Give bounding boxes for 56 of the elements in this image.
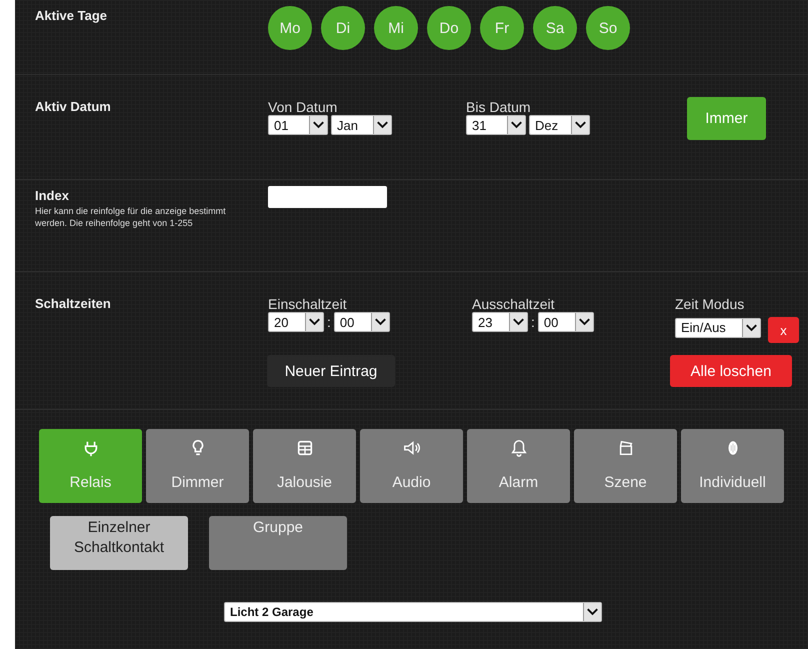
day-toggle[interactable]: Fr	[480, 6, 524, 50]
clear-all-button[interactable]: Alle loschen	[670, 355, 792, 387]
category-tab[interactable]: Dimmer	[146, 429, 249, 503]
category-tab[interactable]: Relais	[39, 429, 142, 503]
chevron-icon	[574, 313, 593, 331]
chevron-icon	[509, 313, 527, 331]
dropdown[interactable]: 00	[538, 312, 594, 332]
category-tab[interactable]: Szene	[574, 429, 677, 503]
day-toggle[interactable]: Do	[427, 6, 471, 50]
category-tab[interactable]: Individuell	[681, 429, 784, 503]
dropdown[interactable]: 23	[472, 312, 528, 332]
dropdown[interactable]: 01	[268, 115, 328, 135]
time-separator: :	[327, 314, 331, 330]
chevron-icon	[305, 313, 323, 331]
delete-button[interactable]: x	[768, 317, 799, 343]
day-toggle[interactable]: Di	[321, 6, 365, 50]
bell-icon	[510, 439, 528, 457]
day-toggle[interactable]: Mi	[374, 6, 418, 50]
category-tab[interactable]: Alarm	[467, 429, 570, 503]
speaker-icon	[402, 439, 420, 457]
dropdown[interactable]: 31	[466, 115, 526, 135]
field-label: Einschaltzeit	[268, 296, 348, 312]
chevron-icon	[373, 116, 391, 134]
field-label: Ausschaltzeit	[472, 296, 556, 312]
category-tab[interactable]: Jalousie	[253, 429, 356, 503]
chevron-icon	[571, 116, 589, 134]
dropdown[interactable]: 20	[268, 312, 324, 332]
immer-button[interactable]: Immer	[687, 97, 766, 140]
input-field[interactable]	[268, 186, 387, 208]
category-tab[interactable]: Audio	[360, 429, 463, 503]
section-label: Aktive Tage	[35, 8, 108, 25]
dropdown[interactable]: Dez	[529, 115, 590, 135]
window-blind-icon	[296, 439, 314, 457]
time-separator: :	[531, 314, 535, 330]
help-text: Hier kann die reinfolge für die anzeige bestimmt werden. Die reihenfolge geht von 1-255	[35, 205, 227, 229]
field-label: Zeit Modus	[675, 296, 746, 312]
new-entry-button[interactable]: Neuer Eintrag	[267, 355, 395, 387]
section-label: Index	[35, 188, 70, 203]
type-option[interactable]: Einzelner Schaltkontakt	[50, 516, 188, 570]
chevron-icon	[583, 603, 601, 621]
dropdown[interactable]: Licht 2 Garage	[224, 602, 602, 622]
day-toggle[interactable]: Sa	[533, 6, 577, 50]
chevron-icon	[742, 318, 760, 336]
day-toggle[interactable]: So	[586, 6, 630, 50]
dropdown[interactable]: 00	[334, 312, 390, 332]
dropdown[interactable]: Ein/Aus	[675, 318, 761, 338]
field-label: Bis Datum	[466, 99, 532, 115]
chevron-icon	[507, 116, 525, 134]
field-label: Von Datum	[268, 99, 338, 115]
chevron-icon	[309, 116, 327, 134]
section-label: Schaltzeiten	[35, 296, 112, 313]
day-toggle[interactable]: Mo	[268, 6, 312, 50]
section-label: Aktiv Datum	[35, 99, 112, 116]
chevron-icon	[370, 313, 389, 331]
dropdown[interactable]: Jan	[331, 115, 392, 135]
type-option[interactable]: Gruppe	[209, 516, 347, 570]
